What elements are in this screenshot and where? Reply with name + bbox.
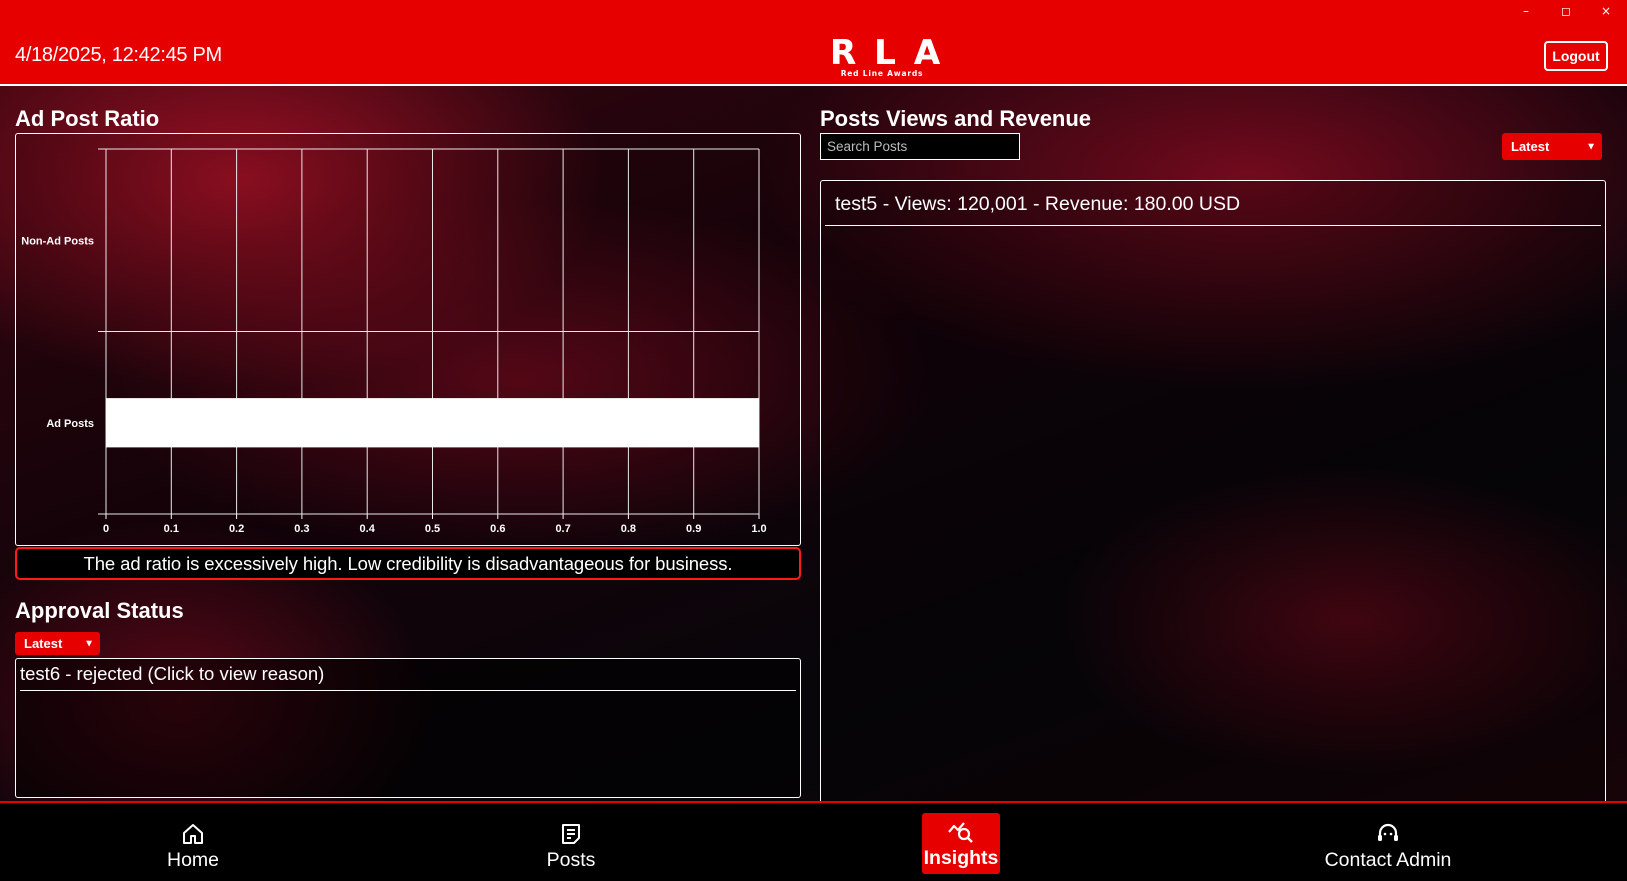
ad-ratio-chart-svg: 0 0.1 0.2 0.3 0.4 0.5 0.6 0.7 0.8 0.9 1.0 Non-Ad Po… xyxy=(21,148,767,535)
x-tick-label: 1.0 xyxy=(751,523,766,535)
nav-contact-admin-label: Contact Admin xyxy=(1324,849,1452,871)
close-button[interactable]: × xyxy=(1599,4,1613,18)
x-tick-label: 0.2 xyxy=(229,523,244,535)
insights-icon xyxy=(948,822,973,843)
support-icon xyxy=(1378,823,1398,841)
post-list-item[interactable]: test5 - Views: 120,001 - Revenue: 180.00… xyxy=(825,193,1601,226)
approval-title: Approval Status xyxy=(15,598,184,623)
posts-views-title: Posts Views and Revenue xyxy=(820,106,1092,131)
nav-home[interactable]: Home xyxy=(133,815,253,875)
logo-letters: RLA xyxy=(830,33,959,73)
x-tick-label: 0.5 xyxy=(425,523,440,535)
nav-contact-admin[interactable]: Contact Admin xyxy=(1318,815,1458,875)
nav-posts[interactable]: Posts xyxy=(511,815,631,875)
x-tick-label: 0.6 xyxy=(490,523,505,535)
ad-ratio-chart: 0 0.1 0.2 0.3 0.4 0.5 0.6 0.7 0.8 0.9 1.0 Non-Ad Po… xyxy=(15,133,801,546)
search-posts-input[interactable] xyxy=(820,133,1020,160)
x-tick-label: 0.3 xyxy=(294,523,309,535)
x-tick-label: 0.8 xyxy=(621,523,636,535)
chevron-down-icon: ▼ xyxy=(84,638,94,649)
logout-button[interactable]: Logout xyxy=(1544,41,1608,71)
posts-icon xyxy=(562,824,580,844)
approval-sort-value: Latest xyxy=(24,636,63,651)
x-tick-label: 0 xyxy=(103,523,109,535)
x-tick-label: 0.4 xyxy=(360,523,376,535)
app-header: – ◻ × 4/18/2025, 12:42:45 PM RLA Red Lin… xyxy=(0,0,1627,86)
bottom-nav: Home Posts Insights Contact Admin xyxy=(0,801,1627,881)
y-category-label: Ad Posts xyxy=(46,418,94,430)
x-tick-label: 0.1 xyxy=(164,523,179,535)
approval-list-item[interactable]: test6 - rejected (Click to view reason) xyxy=(20,663,796,691)
bar-ad-posts xyxy=(106,398,759,448)
current-datetime: 4/18/2025, 12:42:45 PM xyxy=(15,44,222,66)
posts-sort-select[interactable]: Latest ▼ xyxy=(1502,133,1602,160)
posts-sort-value: Latest xyxy=(1511,139,1550,154)
ad-ratio-title: Ad Post Ratio xyxy=(15,106,160,131)
minimize-button[interactable]: – xyxy=(1519,4,1533,18)
nav-posts-label: Posts xyxy=(546,849,596,871)
x-tick-label: 0.7 xyxy=(555,523,570,535)
approval-sort-select[interactable]: Latest ▼ xyxy=(15,632,100,655)
nav-insights-label: Insights xyxy=(923,847,999,869)
approval-list[interactable]: test6 - rejected (Click to view reason) xyxy=(15,658,801,798)
window-controls: – ◻ × xyxy=(1519,4,1613,18)
nav-home-label: Home xyxy=(166,849,220,871)
nav-insights[interactable]: Insights xyxy=(922,813,1000,874)
x-tick-label: 0.9 xyxy=(686,523,701,535)
y-category-label: Non-Ad Posts xyxy=(21,235,94,247)
rla-logo: RLA Red Line Awards xyxy=(820,33,959,80)
posts-list[interactable]: test5 - Views: 120,001 - Revenue: 180.00… xyxy=(820,180,1606,802)
home-icon xyxy=(183,824,203,844)
maximize-button[interactable]: ◻ xyxy=(1559,4,1573,18)
chevron-down-icon: ▼ xyxy=(1586,141,1596,152)
ad-ratio-warning: The ad ratio is excessively high. Low cr… xyxy=(15,547,801,580)
